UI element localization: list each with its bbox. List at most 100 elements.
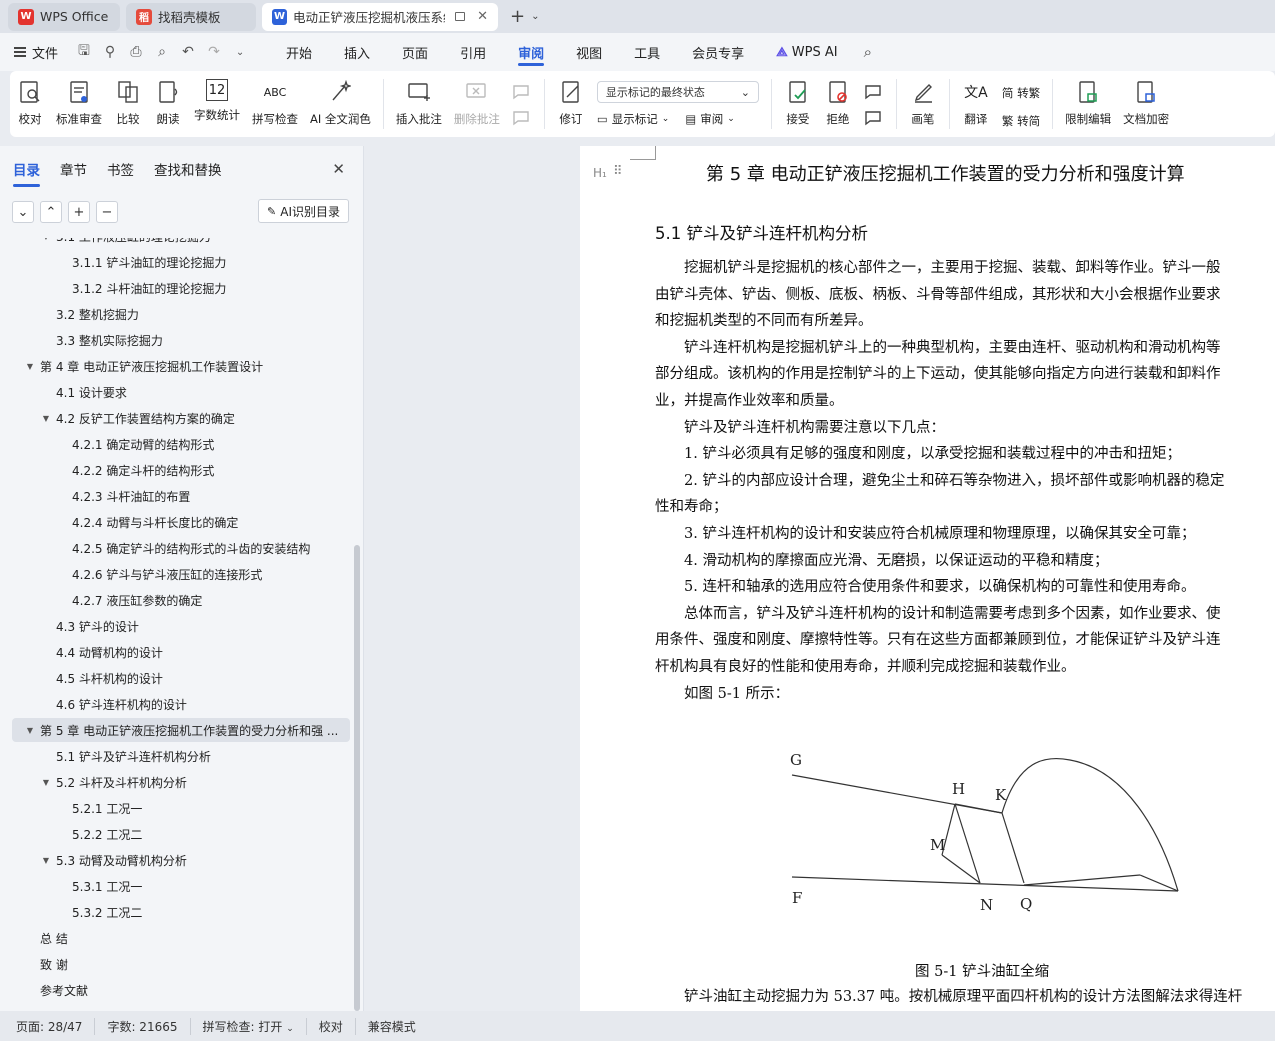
next-comment-icon[interactable] — [512, 109, 532, 127]
close-pane-icon[interactable]: ✕ — [332, 160, 345, 178]
paragraph-line[interactable]: 部分组成。该机构的作用是控制铲斗的上下运动，使其能够向指定方向进行装载和卸料作 — [655, 361, 1221, 388]
expand-arrow-icon[interactable]: ▼ — [40, 778, 52, 787]
paragraph-line[interactable]: 杆机构具有良好的性能和使用寿命，并顺利完成挖掘和装载作业。 — [655, 654, 1076, 681]
paragraph-line[interactable]: 性和寿命； — [655, 494, 728, 521]
toc-item[interactable]: 3.3 整机实际挖掘力 — [12, 328, 350, 352]
to-traditional-button[interactable]: 简 转繁 — [1002, 85, 1040, 101]
tab-list-chevron-icon[interactable]: ⌄ — [531, 11, 539, 22]
accept-button[interactable]: 接受 — [778, 79, 818, 127]
paragraph-line[interactable]: 用条件、强度和刚度、摩擦特性等。只有在这些方面都兼顾到位，才能保证铲斗及铲斗连 — [655, 627, 1221, 654]
pen-button[interactable]: 画笔 — [903, 79, 943, 127]
toc-item[interactable]: 4.5 斗杆机构的设计 — [12, 666, 350, 690]
compare-button[interactable]: 比较 — [108, 79, 148, 127]
toc-item[interactable]: 4.2.4 动臂与斗杆长度比的确定 — [12, 510, 350, 534]
tab-find-replace[interactable]: 查找和替换 — [154, 159, 222, 179]
to-simplified-button[interactable]: 繁 转简 — [1002, 113, 1040, 129]
previous-change-icon[interactable] — [864, 83, 884, 101]
toc-item[interactable]: 3.1.1 铲斗油缸的理论挖掘力 — [12, 250, 350, 274]
paragraph-line[interactable]: 1. 铲斗必须具有足够的强度和刚度，以承受挖掘和装载过程中的冲击和扭矩； — [655, 441, 1181, 468]
insert-comment-button[interactable]: 插入批注 — [390, 79, 448, 127]
paragraph-line[interactable]: 铲斗连杆机构是挖掘机铲斗上的一种典型机构，主要由连杆、驱动机构和滑动机构等 — [655, 335, 1221, 362]
word-count-button[interactable]: 12 字数统计 — [188, 79, 246, 123]
paragraph-line[interactable]: 3. 铲斗连杆机构的设计和安装应符合机械原理和物理原理，以确保其安全可靠； — [655, 521, 1195, 548]
toc-item[interactable]: 总 结 — [12, 926, 350, 950]
paragraph-line[interactable]: 业，并提高作业效率和质量。 — [655, 388, 844, 415]
spell-check-indicator[interactable]: 拼写检查: 打开 ⌄ — [191, 1017, 307, 1035]
paragraph-line[interactable]: 如图 5-1 所示： — [655, 681, 789, 708]
print-icon[interactable]: ⎙ — [128, 44, 144, 60]
collapse-up-button[interactable]: ⌃ — [40, 201, 62, 223]
toc-item[interactable]: ▼ 5.2 斗杆及斗杆机构分析 — [12, 770, 350, 794]
tab-wps-office[interactable]: W WPS Office — [8, 2, 120, 31]
toc-item[interactable]: 5.2.2 工况二 — [12, 822, 350, 846]
expand-arrow-icon[interactable]: ▼ — [24, 362, 36, 371]
toc-item[interactable]: 4.3 铲斗的设计 — [12, 614, 350, 638]
next-change-icon[interactable] — [864, 109, 884, 127]
toc-item[interactable]: ▼ 第 5 章 电动正铲液压挖掘机工作装置的受力分析和强 ... — [12, 718, 350, 742]
menu-home[interactable]: 开始 — [270, 33, 328, 71]
redo-icon[interactable]: ↷ — [206, 44, 222, 60]
window-icon[interactable] — [454, 12, 466, 21]
toc-item[interactable]: 4.2.7 液压缸参数的确定 — [12, 588, 350, 612]
new-tab-button[interactable]: + — [510, 6, 525, 27]
tab-chapters[interactable]: 章节 — [60, 159, 87, 179]
paragraph-line[interactable]: 铲斗及铲斗连杆机构需要注意以下几点： — [655, 415, 945, 442]
toc-item[interactable]: 3.2 整机挖掘力 — [12, 302, 350, 326]
standard-review-button[interactable]: 标准审查 — [50, 79, 108, 127]
menu-tools[interactable]: 工具 — [618, 33, 676, 71]
toc-item[interactable]: 致 谢 — [12, 952, 350, 976]
page-indicator[interactable]: 页面: 28/47 — [16, 1017, 96, 1035]
translate-button[interactable]: 文A 翻译 — [956, 79, 996, 127]
file-menu[interactable]: 文件 — [14, 43, 58, 62]
expand-down-button[interactable]: ⌄ — [12, 201, 34, 223]
toc-item[interactable]: 5.3.1 工况一 — [12, 874, 350, 898]
toc-item[interactable]: ▼ 3.1 工作液压缸的理论挖掘力 — [12, 238, 350, 248]
paragraph-line[interactable]: 和挖掘机类型的不同而有所差异。 — [655, 308, 873, 335]
toc-item[interactable]: 4.2.3 斗杆油缸的布置 — [12, 484, 350, 508]
undo-icon[interactable]: ↶ — [180, 44, 196, 60]
menu-references[interactable]: 引用 — [444, 33, 502, 71]
ai-toc-button[interactable]: ✎ AI识别目录 — [258, 199, 349, 223]
paragraph-line[interactable]: 5. 连杆和轴承的选用应符合使用条件和要求，以确保机构的可靠性和使用寿命。 — [655, 574, 1195, 601]
tab-docer-templates[interactable]: 稻 找稻壳模板 — [126, 2, 256, 31]
toc-item[interactable]: 参考文献 — [12, 978, 350, 1002]
encrypt-document-button[interactable]: 文档加密 — [1117, 79, 1175, 127]
toc-item[interactable]: 4.2.1 确定动臂的结构形式 — [12, 432, 350, 456]
section-heading[interactable]: 5.1 铲斗及铲斗连杆机构分析 — [655, 220, 868, 244]
restrict-editing-button[interactable]: 限制编辑 — [1059, 79, 1117, 127]
track-changes-button[interactable]: 修订 — [551, 79, 591, 127]
proofread-button[interactable]: 校对 — [10, 79, 50, 127]
print-preview-icon[interactable]: ⌕ — [154, 44, 170, 60]
heading-marker-icon[interactable]: H₁ — [593, 166, 607, 180]
promote-button[interactable]: + — [68, 201, 90, 223]
toc-item[interactable]: ▼ 第 4 章 电动正铲液压挖掘机工作装置设计 — [12, 354, 350, 378]
toc-item[interactable]: 5.2.1 工况一 — [12, 796, 350, 820]
toc-item[interactable]: 5.1 铲斗及铲斗连杆机构分析 — [12, 744, 350, 768]
toc-item[interactable]: 4.1 设计要求 — [12, 380, 350, 404]
menu-view[interactable]: 视图 — [560, 33, 618, 71]
paragraph-line[interactable]: 总体而言，铲斗及铲斗连杆机构的设计和制造需要考虑到多个因素，如作业要求、使 — [655, 601, 1221, 628]
toc-item[interactable]: 3.1.2 斗杆油缸的理论挖掘力 — [12, 276, 350, 300]
tab-bookmarks[interactable]: 书签 — [107, 159, 134, 179]
show-markup-button[interactable]: 显示标记 — [612, 111, 658, 127]
paragraph-line[interactable]: 由铲斗壳体、铲齿、侧板、底板、柄板、斗骨等部件组成，其形状和大小会根据作业要求 — [655, 282, 1221, 309]
toc-item[interactable]: 4.2.5 确定铲斗的结构形式的斗齿的安装结构 — [12, 536, 350, 560]
spell-check-button[interactable]: ABC 拼写检查 — [246, 79, 304, 127]
drag-handle-icon[interactable]: ⠿ — [613, 164, 622, 179]
chapter-heading[interactable]: 第 5 章 电动正铲液压挖掘机工作装置的受力分析和强度计算 — [706, 160, 1185, 186]
toc-item[interactable]: 4.2.6 铲斗与铲斗液压缸的连接形式 — [12, 562, 350, 586]
tab-document[interactable]: W 电动正铲液压挖掘机液压系统 ✕ — [262, 2, 498, 31]
paragraph-line[interactable]: 挖掘机铲斗是挖掘机的核心部件之一，主要用于挖掘、装载、卸料等作业。铲斗一般 — [655, 255, 1221, 282]
demote-button[interactable]: − — [96, 201, 118, 223]
expand-arrow-icon[interactable]: ▼ — [40, 414, 52, 423]
markup-state-select[interactable]: 显示标记的最终状态 ⌄ — [596, 81, 759, 103]
read-aloud-button[interactable]: 朗读 — [148, 79, 188, 127]
toc-item[interactable]: 4.6 铲斗连杆机构的设计 — [12, 692, 350, 716]
paragraph-line[interactable]: 4. 滑动机构的摩擦面应光滑、无磨损，以保证运动的平稳和精度； — [655, 548, 1108, 575]
menu-member[interactable]: 会员专享 — [676, 33, 760, 71]
save-icon[interactable]: 🖫 — [76, 40, 92, 64]
ai-polish-button[interactable]: AI 全文润色 — [304, 79, 377, 127]
tab-toc[interactable]: 目录 — [13, 159, 40, 187]
toc-item[interactable]: 5.3.2 工况二 — [12, 900, 350, 924]
reject-button[interactable]: 拒绝 — [818, 79, 858, 127]
